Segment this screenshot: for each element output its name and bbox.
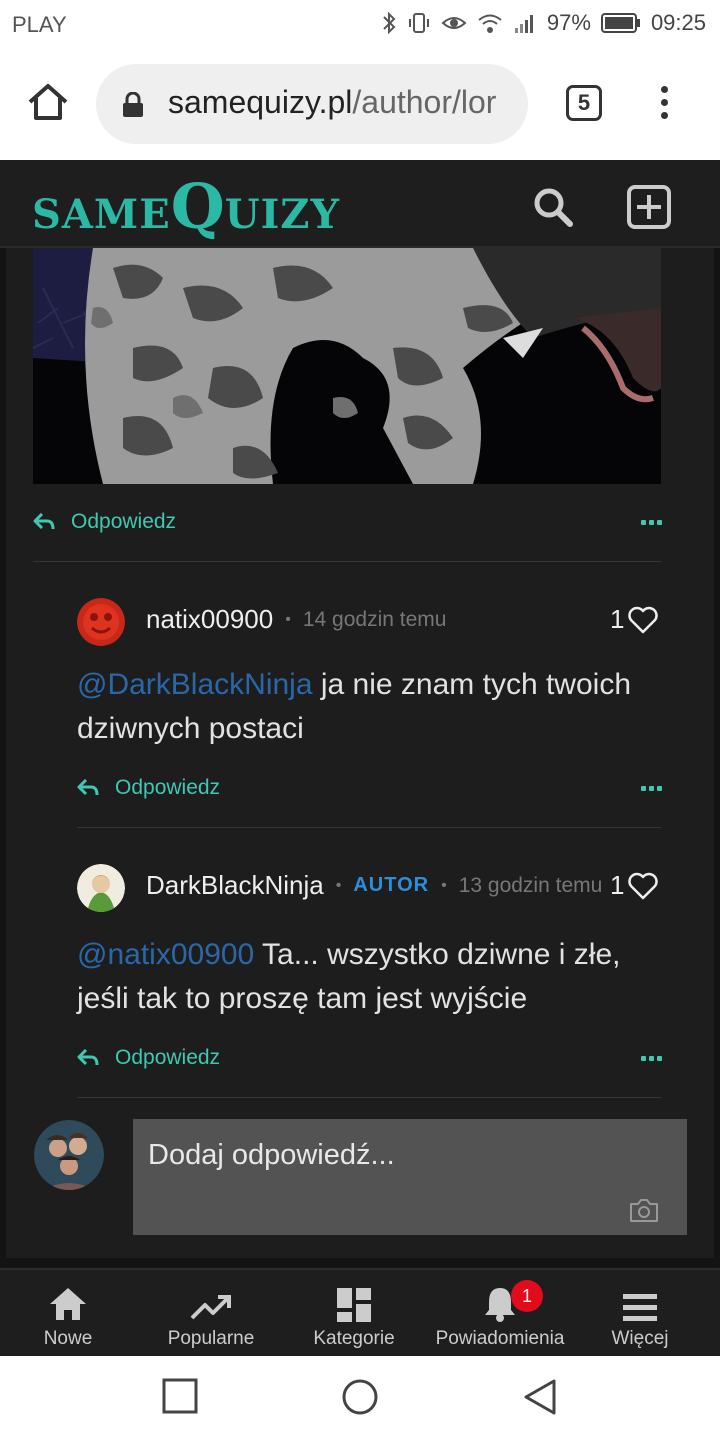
comment-header: natix00900 • 14 godzin temu [146,604,446,635]
back-icon[interactable] [522,1378,558,1416]
status-bar: PLAY 97% 09:25 [0,0,720,50]
divider [77,827,661,828]
search-icon[interactable] [530,184,576,230]
home-icon [50,1288,86,1320]
nav-more[interactable]: Więcej [600,1282,680,1350]
like-count: 1 [610,604,625,634]
comment-time: 13 godzin temu [458,873,603,897]
eye-icon [441,17,467,29]
nav-notifications[interactable]: 1 Powiadomienia [425,1280,575,1350]
reply-icon [33,513,55,530]
vibrate-icon [408,13,429,33]
comment-body: @DarkBlackNinja ja nie znam tych twoich … [77,663,637,751]
comment-body: @natix00900 Ta... wszystko dziwne i złe,… [77,933,667,1021]
author-badge: AUTOR [353,874,430,896]
reply-icon [77,1049,99,1066]
url-path: /author/lor [352,84,497,120]
reply-button[interactable]: Odpowiedz [33,510,176,534]
reply-button[interactable]: Odpowiedz [77,1046,220,1070]
reply-label: Odpowiedz [115,776,221,799]
comment-actions: Odpowiedz [33,502,662,542]
heart-icon [628,606,659,633]
signal-icon [514,15,533,33]
avatar[interactable] [77,864,125,912]
nav-label: Kategorie [313,1328,395,1349]
mention-link[interactable]: @natix00900 [77,938,254,971]
comment-time: 14 godzin temu [302,607,447,631]
more-options-icon[interactable] [641,520,662,525]
separator-dot: • [441,876,447,894]
nav-label: Powiadomienia [435,1328,565,1349]
comments-section: Odpowiedz natix00900 • 14 godzin temu 1 … [0,248,720,1268]
nav-categories[interactable]: Kategorie [304,1282,404,1350]
divider [33,561,661,562]
wifi-icon [478,14,502,33]
site-logo[interactable]: SAMEQUIZY [32,170,340,243]
home-circle-icon[interactable] [341,1378,379,1416]
lock-icon [123,92,143,117]
recents-icon[interactable] [162,1378,198,1414]
comment-thread: Odpowiedz natix00900 • 14 godzin temu 1 … [6,248,714,1258]
system-navigation-bar [0,1356,720,1440]
separator-dot: • [285,610,291,628]
nav-label: Więcej [611,1328,669,1349]
url-field[interactable]: samequizy.pl/author/lor [96,64,528,144]
home-icon[interactable] [26,80,70,124]
comment-author[interactable]: natix00900 [146,604,273,635]
like-button[interactable]: 1 [610,604,659,635]
nav-label: Nowe [43,1328,93,1349]
comment-author[interactable]: DarkBlackNinja [146,870,324,901]
comment-header: DarkBlackNinja • AUTOR • 13 godzin temu [146,870,602,901]
browser-toolbar: samequizy.pl/author/lor 5 [0,50,720,160]
nav-new[interactable]: Nowe [28,1282,108,1350]
separator-dot: • [335,876,342,894]
bottom-navigation: Nowe Popularne Kategorie 1 Powiadomienia… [0,1268,720,1356]
bluetooth-icon [383,11,396,35]
browser-menu-icon[interactable] [652,86,676,126]
nav-label: Popularne [167,1328,255,1349]
reply-button[interactable]: Odpowiedz [77,776,220,800]
reply-placeholder: Dodaj odpowiedź... [148,1139,395,1171]
battery-percent: 97% [546,10,591,35]
avatar[interactable] [77,598,125,646]
site-header: SAMEQUIZY [0,160,720,248]
notification-badge: 1 [511,1280,543,1312]
camera-icon[interactable] [629,1197,659,1223]
trending-icon [190,1295,231,1320]
comment-actions: Odpowiedz [77,1038,662,1078]
user-avatar[interactable] [34,1120,104,1190]
camo-artwork [33,248,661,484]
battery-icon [600,13,640,33]
mention-link[interactable]: @DarkBlackNinja [77,668,313,701]
divider [77,1097,661,1098]
heart-icon [628,872,659,899]
menu-icon [623,1294,657,1321]
comment-actions: Odpowiedz [77,768,662,808]
tab-switcher-button[interactable]: 5 [566,85,602,121]
like-count: 1 [610,870,625,900]
reply-label: Odpowiedz [71,510,177,533]
status-icons: 97% 09:25 [381,10,706,36]
reply-icon [77,779,99,796]
clock: 09:25 [650,10,706,35]
url-domain: samequizy.pl [168,84,353,120]
more-options-icon[interactable] [641,786,662,791]
more-options-icon[interactable] [641,1056,662,1061]
reply-label: Odpowiedz [115,1046,221,1069]
comment-image[interactable] [33,248,661,484]
grid-icon [337,1288,371,1322]
like-button[interactable]: 1 [610,870,659,901]
nav-popular[interactable]: Popularne [156,1282,266,1350]
carrier-name: PLAY [12,12,67,37]
add-quiz-icon[interactable] [626,184,672,230]
url-text: samequizy.pl/author/lor [168,84,496,121]
reply-input[interactable]: Dodaj odpowiedź... [133,1119,687,1235]
